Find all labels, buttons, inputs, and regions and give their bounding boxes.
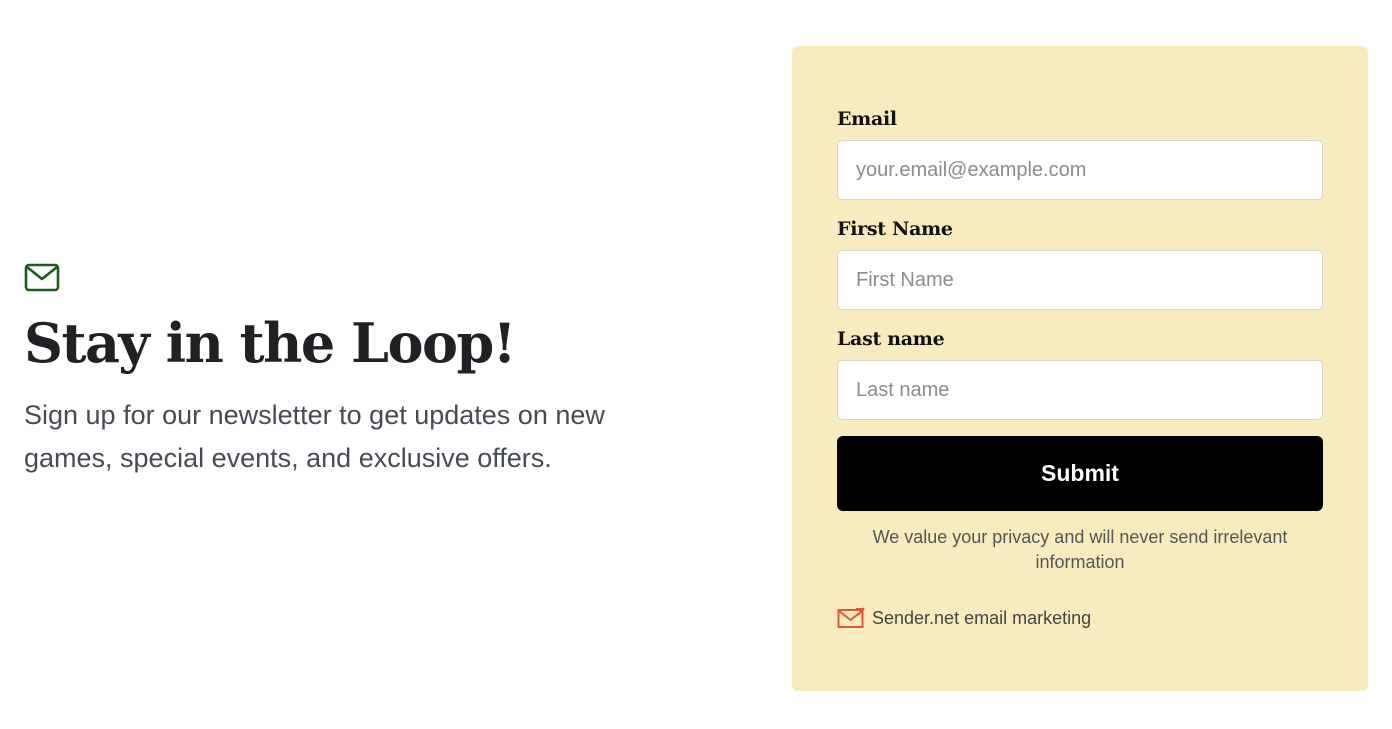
- signup-form: Email First Name Last name Submit We val…: [837, 106, 1323, 629]
- newsletter-page: Stay in the Loop! Sign up for our newsle…: [0, 0, 1392, 729]
- newsletter-intro: Stay in the Loop! Sign up for our newsle…: [24, 262, 684, 480]
- email-field[interactable]: [837, 140, 1323, 200]
- intro-description: Sign up for our newsletter to get update…: [24, 400, 605, 473]
- signup-card: Email First Name Last name Submit We val…: [792, 46, 1368, 691]
- last-name-field[interactable]: [837, 360, 1323, 420]
- first-name-label: First Name: [837, 218, 953, 240]
- sender-brand-link[interactable]: Sender.net email marketing: [837, 607, 1323, 629]
- last-name-label: Last name: [837, 328, 945, 350]
- sender-brand-text: Sender.net email marketing: [872, 607, 1092, 628]
- email-label: Email: [837, 108, 897, 130]
- submit-button[interactable]: Submit: [837, 436, 1323, 511]
- sender-mail-icon: [837, 607, 865, 628]
- envelope-icon: [24, 263, 60, 292]
- page-title: Stay in the Loop!: [24, 311, 517, 375]
- first-name-field[interactable]: [837, 250, 1323, 310]
- privacy-notice: We value your privacy and will never sen…: [872, 527, 1288, 572]
